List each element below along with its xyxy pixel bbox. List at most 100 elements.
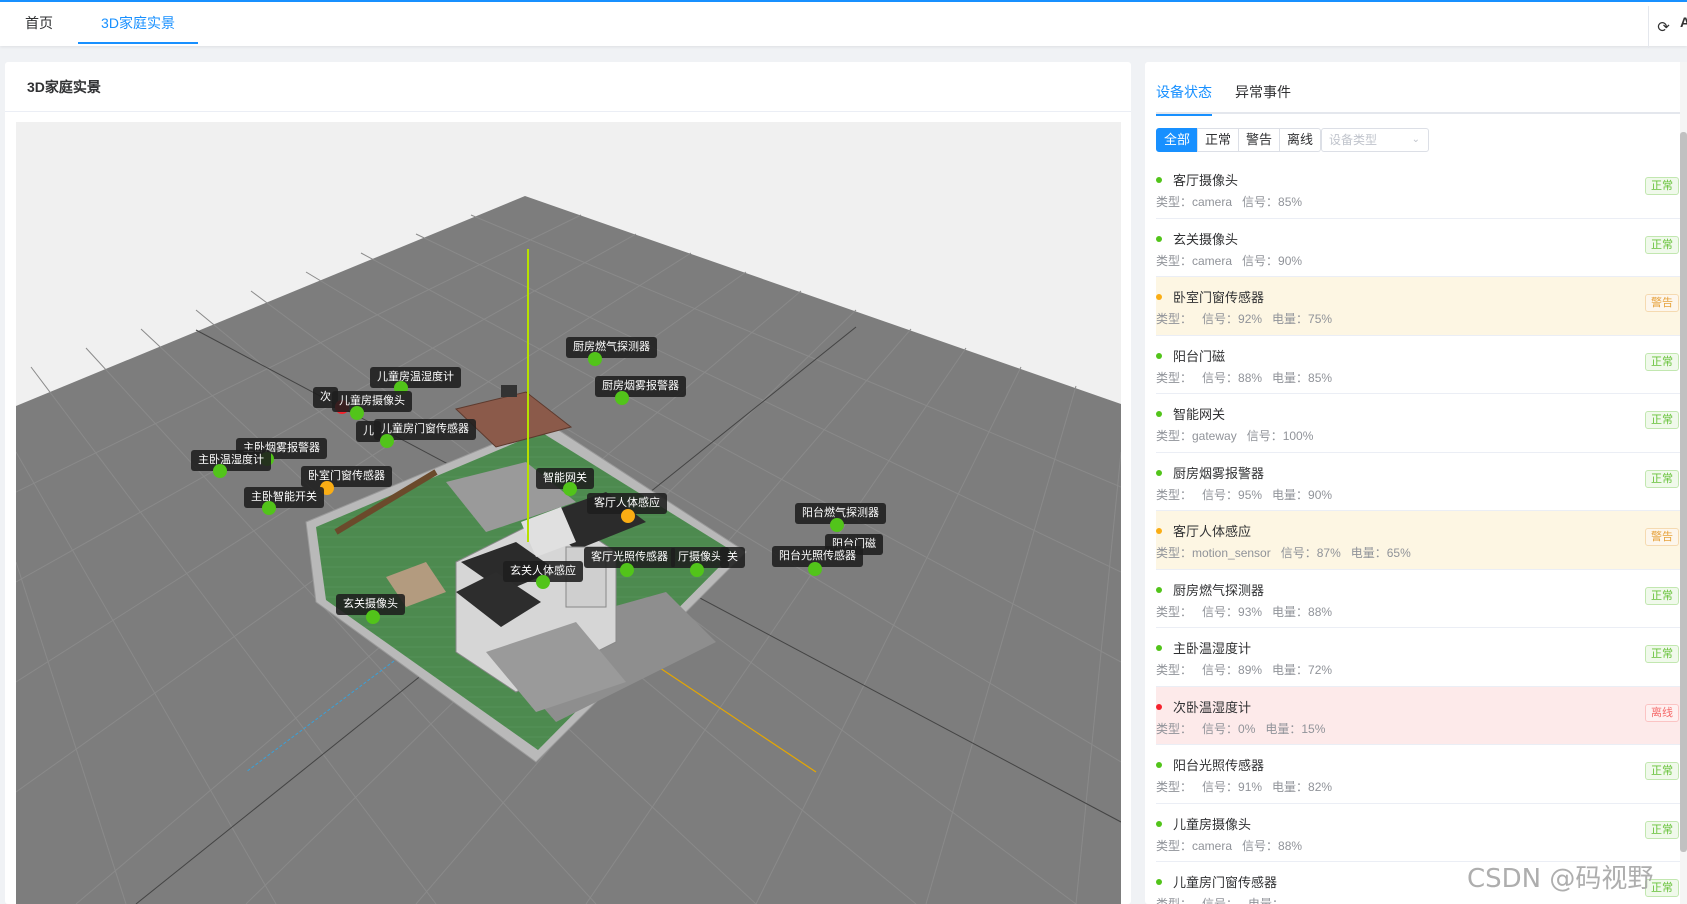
scene-label[interactable]: 卧室门窗传感器 [301,466,392,487]
device-meta: 类型：gateway 信号：100% [1156,427,1333,444]
scene-device-dot[interactable] [808,562,822,576]
tab-3d-home[interactable]: 3D家庭实景 [78,2,198,44]
status-badge: 正常 [1645,762,1679,780]
device-signal: 信号：0% [1202,721,1256,736]
status-dot-icon [1156,703,1162,710]
device-name: 阳台光照传感器 [1173,758,1265,773]
status-dot-icon [1156,820,1162,827]
filter-warning-button[interactable]: 警告 [1238,128,1281,152]
device-list-item[interactable]: 玄关摄像头 类型：camera 信号：90% 正常 [1156,219,1687,277]
device-list-item[interactable]: 主卧温湿度计 类型： 信号：89% 电量：72% 正常 [1156,628,1687,687]
device-battery: 电量：75% [1272,312,1333,326]
scrollbar-thumb[interactable] [1680,132,1687,852]
device-name: 智能网关 [1173,407,1226,422]
device-name: 厨房燃气探测器 [1173,582,1265,598]
status-badge: 正常 [1645,177,1679,195]
scene-label[interactable]: 儿童房温湿度计 [370,367,461,388]
scene-device-dot[interactable] [588,352,602,366]
status-dot-icon [1156,586,1162,593]
top-edge-letter: A [1680,14,1687,30]
device-name: 阳台门磁 [1173,348,1226,364]
device-name: 卧室门窗传感器 [1173,290,1265,305]
chevron-down-icon: ⌄ [1411,134,1420,145]
device-signal: 信号：88% [1242,838,1303,853]
status-badge: 正常 [1645,469,1679,488]
device-meta: 类型： 信号：0% 电量：15% [1156,720,1335,737]
scene-device-dot[interactable] [262,501,276,515]
device-battery: 电量：15% [1265,721,1326,736]
device-signal: 信号： [1202,897,1239,904]
device-list-item[interactable]: 智能网关类型：gateway 信号：100% 正常 [1156,394,1687,453]
scene-device-dot[interactable] [366,610,380,624]
device-type: 类型： [1156,897,1193,904]
device-meta: 类型：camera 信号：88% [1156,837,1322,854]
device-list: 客厅摄像头 类型：camera 信号：85% 正常 玄关摄像头 类型：camera 信号：9… [1156,160,1687,904]
status-dot-icon [1156,879,1162,885]
scene-device-dot[interactable] [621,509,635,523]
scene-label[interactable]: 厨房烟雾报警器 [595,376,686,397]
device-list-item[interactable]: 阳台光照传感器 类型： 信号：91% 电量：82% 正常 [1156,745,1687,804]
device-list-item[interactable]: 客厅人体感应 类型：motion_sensor 信号：87% 电量：65% 警告 [1156,511,1687,570]
refresh-icon[interactable]: ⟳ [1648,6,1678,48]
scene-label[interactable]: 主卧温湿度计 [191,450,271,471]
right-tabs: 设备状态 异常事件 [1156,62,1686,116]
device-signal: 信号：88% [1202,370,1263,385]
right-scrollbar[interactable] [1680,62,1687,904]
filter-all-button[interactable]: 全部 [1156,128,1199,152]
scene-label[interactable]: 关 [720,547,745,568]
device-meta: 类型：camera 信号：90% [1156,252,1322,269]
device-type: 类型： [1156,604,1193,619]
status-dot-icon [1156,177,1162,183]
device-list-item[interactable]: 卧室门窗传感器 类型： 信号：92% 电量：75% 警告 [1156,277,1687,336]
device-type-select[interactable]: 设备类型 ⌄ [1321,128,1429,152]
device-type: 类型： [1156,780,1193,794]
device-meta: 类型： 信号：89% 电量：72% [1156,661,1342,678]
device-list-item[interactable]: 儿童房摄像头 类型：camera 信号：88% 正常 [1156,804,1687,862]
top-tab-bar: 首页 3D家庭实景 ⟳ A [0,0,1687,48]
status-badge: 警告 [1645,294,1679,312]
device-signal: 信号：90% [1242,253,1303,268]
device-list-item[interactable]: 阳台门磁 类型： 信号：88% 电量：85% 正常 [1156,336,1687,394]
status-badge: 正常 [1645,820,1679,839]
scene-device-dot[interactable] [213,464,227,478]
status-badge: 正常 [1645,352,1679,371]
scene-device-dot[interactable] [350,406,364,420]
device-type: 类型：gateway [1156,429,1237,443]
filter-normal-button[interactable]: 正常 [1197,128,1240,152]
tab-device-status[interactable]: 设备状态 [1156,62,1212,116]
scene-device-dot[interactable] [620,563,634,577]
device-type: 类型： [1156,663,1193,677]
scene-device-dot[interactable] [563,482,577,496]
status-dot-icon [1156,645,1162,651]
device-signal: 信号：92% [1202,312,1263,326]
scene-device-dot[interactable] [536,575,550,589]
device-type: 类型：motion_sensor [1156,546,1271,560]
status-badge: 正常 [1645,411,1679,429]
device-battery: 电量：90% [1272,487,1333,502]
scene-device-dot[interactable] [830,518,844,532]
scene-panel-title: 3D家庭实景 [5,62,1131,112]
device-battery: 电量：65% [1350,546,1411,560]
scene-label[interactable]: 儿童房摄像头 [332,391,412,412]
scene-device-dot[interactable] [615,391,629,405]
filter-offline-button[interactable]: 离线 [1279,128,1322,152]
device-list-item[interactable]: 次卧温湿度计 类型： 信号：0% 电量：15% 离线 [1156,686,1687,745]
scene-label[interactable]: 厨房燃气探测器 [566,337,657,358]
tab-abnormal-events[interactable]: 异常事件 [1235,62,1291,114]
tab-home[interactable]: 首页 [10,2,68,44]
device-meta: 类型： 信号：92% 电量：75% [1156,310,1342,327]
device-name: 次卧温湿度计 [1173,699,1252,715]
status-dot-icon [1156,235,1162,242]
device-signal: 信号：85% [1242,195,1303,209]
device-list-item[interactable]: 厨房燃气探测器 类型： 信号：93% 电量：88% 正常 [1156,570,1687,628]
device-type: 类型： [1156,370,1193,385]
device-meta: 类型：motion_sensor 信号：87% 电量：65% [1156,544,1421,561]
device-signal: 信号：87% [1280,546,1341,560]
scene-device-dot[interactable] [690,563,704,577]
3d-scene-viewport[interactable] [16,122,1121,904]
device-type: 类型：camera [1156,838,1233,853]
scene-device-dot[interactable] [380,434,394,448]
device-list-item[interactable]: 客厅摄像头 类型：camera 信号：85% 正常 [1156,160,1687,219]
scene-label[interactable]: 主卧智能开关 [244,487,324,508]
device-list-item[interactable]: 厨房烟雾报警器 类型： 信号：95% 电量：90% 正常 [1156,453,1687,511]
